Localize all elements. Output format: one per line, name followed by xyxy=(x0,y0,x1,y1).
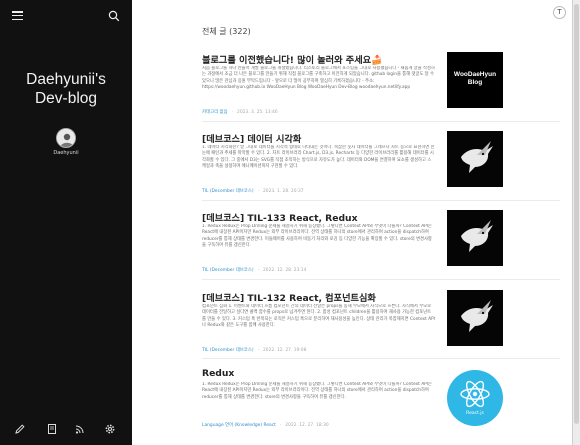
author-name: Daehyunii xyxy=(53,150,79,156)
rss-icon[interactable] xyxy=(74,423,86,435)
thumbnail-text-line2: Blog xyxy=(467,79,483,86)
post-meta: 카테고리 없음 · 2023. 3. 25. 13:46 xyxy=(202,110,278,115)
divider xyxy=(202,358,560,359)
post-meta: Language 언어 (Knowledge) React · 2022. 12. … xyxy=(202,423,329,428)
post-meta: TIL (December 데브코스) · 2022. 12. 28. 23:14 xyxy=(202,268,307,273)
post-item[interactable]: [데브코스] TIL-133 React, Redux 1. Redux Red… xyxy=(202,210,560,290)
scrollbar[interactable] xyxy=(572,0,580,445)
menu-icon[interactable] xyxy=(12,11,23,21)
post-category[interactable]: TIL (December 데브코스) xyxy=(202,189,254,194)
scrollbar-thumb[interactable] xyxy=(574,4,579,424)
post-date: 2023. 3. 25. 13:46 xyxy=(237,110,278,115)
post-category[interactable]: Language 언어 (Knowledge) React xyxy=(202,423,276,428)
post-date: 2022. 12. 28. 23:14 xyxy=(262,268,307,273)
post-thumbnail[interactable]: WooDaeHyun Blog xyxy=(447,52,503,108)
post-item[interactable]: Redux 1. Redux Redux는 Prop Drilling 문제를 … xyxy=(202,368,560,445)
post-category[interactable]: 카테고리 없음 xyxy=(202,110,228,115)
post-thumbnail[interactable] xyxy=(447,290,503,346)
post-count: (322) xyxy=(229,27,251,36)
hummingbird-icon xyxy=(461,220,493,252)
blog-title-line2: Dev-blog xyxy=(34,90,98,107)
post-date: 2022. 12. 27. 19:08 xyxy=(262,348,307,353)
sidebar: Daehyunii's Dev-blog Daehyunii xyxy=(0,0,132,445)
write-icon[interactable] xyxy=(14,423,26,435)
post-excerpt: 컴포넌트 심화 1. 이벤트와 데이터 흐름 컴포넌트 간의 데이터 전달은 p… xyxy=(202,304,435,328)
post-item[interactable]: 블로그를 이전했습니다! 많이 놀러와 주세요🍰 처음 블로그를 하나 만들어 … xyxy=(202,52,560,132)
post-list-header: 전체 글 (322) xyxy=(202,26,251,37)
post-thumbnail[interactable] xyxy=(447,131,503,187)
post-date: 2022. 12. 27. 18:30 xyxy=(285,423,329,428)
blog-title-line1: Daehyunii's xyxy=(26,71,106,88)
react-logo-icon xyxy=(460,380,490,408)
thumbnail-text-line1: WooDaeHyun xyxy=(453,71,497,78)
blog-title[interactable]: Daehyunii's Dev-blog xyxy=(0,70,132,108)
post-title[interactable]: [데브코스] 데이터 시각화 xyxy=(202,131,437,145)
hummingbird-icon xyxy=(461,141,493,173)
post-title[interactable]: [데브코스] TIL-132 React, 컴포넌트심화 xyxy=(202,290,437,304)
guestbook-icon[interactable] xyxy=(46,423,58,435)
post-category[interactable]: TIL (December 데브코스) xyxy=(202,348,254,353)
post-title[interactable]: [데브코스] TIL-133 React, Redux xyxy=(202,210,437,224)
post-list-label: 전체 글 xyxy=(202,27,227,36)
post-item[interactable]: [데브코스] 데이터 시각화 1. 데이터 시각화란? 말 그대로 데이터를 시… xyxy=(202,131,560,211)
post-meta: TIL (December 데브코스) · 2023. 1. 28. 20:37 xyxy=(202,189,304,194)
sidebar-footer xyxy=(0,420,132,438)
post-excerpt: 1. 데이터 시각화란? 말 그대로 데이터를 시각적 형태로 나타내는 것이다… xyxy=(202,145,435,169)
thumbnail-text: React.js xyxy=(466,411,484,416)
post-thumbnail[interactable] xyxy=(447,210,503,266)
divider xyxy=(202,121,560,122)
post-category[interactable]: TIL (December 데브코스) xyxy=(202,268,254,273)
post-date: 2023. 1. 28. 20:37 xyxy=(262,189,304,194)
post-excerpt: 1. Redux Redux는 Prop Drilling 문제를 해결하기 위… xyxy=(202,224,432,248)
hummingbird-icon xyxy=(461,300,493,332)
search-icon[interactable] xyxy=(108,10,120,22)
post-excerpt: 1. Redux Redux는 Prop Drilling 문제를 해결하기 위… xyxy=(202,382,432,400)
divider xyxy=(202,279,560,280)
post-meta: TIL (December 데브코스) · 2022. 12. 27. 19:08 xyxy=(202,348,307,353)
post-title[interactable]: Redux xyxy=(202,368,437,379)
post-thumbnail[interactable]: React.js xyxy=(447,370,503,426)
avatar[interactable] xyxy=(56,128,76,148)
settings-icon[interactable] xyxy=(104,423,116,435)
divider xyxy=(202,200,560,201)
post-excerpt: 처음 블로그를 하나 만들어 개발 블로그를 개설했습니다. 티스토리 블로그에… xyxy=(202,66,435,90)
scroll-top-button[interactable]: T xyxy=(553,6,566,19)
post-title[interactable]: 블로그를 이전했습니다! 많이 놀러와 주세요🍰 xyxy=(202,52,437,66)
